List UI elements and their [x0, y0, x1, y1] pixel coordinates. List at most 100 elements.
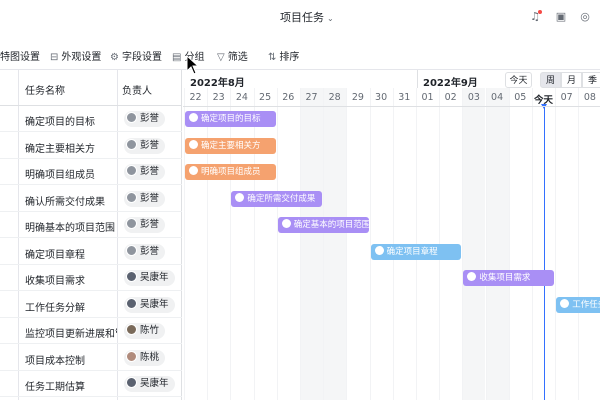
day-gridline [323, 88, 325, 400]
task-name-cell[interactable]: 工作任务分解 [25, 299, 117, 314]
gantt-settings-button[interactable]: 特图设置 [0, 48, 40, 63]
owner-chip[interactable]: 吴康年 [124, 376, 175, 392]
day-gridline [300, 88, 301, 400]
day-gridline [253, 88, 255, 400]
avatar [126, 138, 137, 150]
table-row[interactable]: 工作任务分解 吴康年 [0, 292, 182, 318]
bell-icon[interactable]: ♫ [528, 10, 542, 24]
day-label: 30 [375, 92, 388, 103]
table-row[interactable]: 确认所需交付成果 彭誉 [0, 186, 182, 212]
avatar [281, 219, 291, 228]
day-label: 08 [583, 92, 596, 103]
day-label: 22 [189, 92, 202, 103]
table-row[interactable]: 任务工期估算 吴康年 [0, 371, 182, 397]
task-name-cell[interactable]: 确定主要相关方 [25, 140, 117, 155]
avatar [467, 272, 477, 281]
day-gridline [230, 88, 232, 400]
table-row[interactable]: 确定项目的目标 彭誉 [0, 106, 182, 132]
day-label: 今天 [533, 95, 553, 106]
view-month-button[interactable]: 月 [561, 72, 582, 88]
owner-chip[interactable]: 陈竹 [124, 323, 166, 339]
task-name-cell[interactable]: 确定项目章程 [25, 246, 117, 261]
owner-chip[interactable]: 彭誉 [124, 111, 166, 127]
owner-chip[interactable]: 吴康年 [124, 270, 175, 286]
gantt-task-bar[interactable]: 确定项目的目标 [185, 111, 276, 127]
field-settings-icon: ⚙ [110, 52, 119, 63]
gantt-task-bar[interactable]: 确定所需交付成果 [231, 190, 323, 207]
view-toolbar: 特图设置 ⊟ 外观设置 ⚙ 字段设置 ▤ 分组 ▽ 筛选 ⇅ 排序 [0, 36, 600, 70]
table-row[interactable]: 明确基本的项目范围 彭誉 [0, 212, 182, 238]
owner-name: 吴康年 [140, 378, 169, 389]
avatar [126, 377, 137, 388]
gantt-timeline: 2022年8月 2022年9月 22 23 24 25 26 27 28 29 30 31 01 02… [183, 70, 600, 400]
owner-chip[interactable]: 彭誉 [124, 137, 166, 154]
gantt-bar-label: 明确项目组成员 [201, 167, 261, 177]
day-gridline [346, 88, 348, 400]
column-header-name[interactable]: 任务名称 [25, 82, 65, 97]
owner-chip[interactable]: 陈桃 [124, 349, 166, 366]
field-settings-label: 字段设置 [121, 52, 162, 63]
day-gridline [532, 88, 533, 400]
task-name-cell[interactable]: 监控项目更新进展和管 [25, 325, 117, 340]
gantt-task-bar[interactable]: 确定项目章程 [370, 243, 462, 260]
task-name-cell[interactable]: 明确基本的项目范围 [25, 219, 117, 234]
owner-chip[interactable]: 彭誉 [124, 217, 166, 233]
appearance-settings-button[interactable]: ⊟ 外观设置 [50, 48, 101, 63]
gantt-task-bar[interactable]: 收集项目需求 [463, 270, 555, 286]
sort-button[interactable]: ⇅ 排序 [268, 48, 299, 63]
owner-chip[interactable]: 吴康年 [124, 296, 175, 313]
box-icon[interactable]: ▣ [554, 10, 568, 24]
weekend-column [485, 88, 509, 400]
gantt-bar-label: 工作任务 [572, 299, 600, 310]
weekend-column [462, 88, 486, 400]
gantt-bar-label: 确定项目的目标 [201, 114, 261, 124]
owner-chip[interactable]: 彭誉 [124, 243, 166, 260]
appearance-icon: ⊟ [50, 52, 59, 63]
filter-button[interactable]: ▽ 筛选 [217, 48, 248, 63]
day-header-divider [183, 106, 600, 107]
owner-chip[interactable]: 彭誉 [124, 190, 166, 207]
day-gridline [369, 88, 371, 400]
task-name-cell[interactable]: 明确项目组成员 [25, 166, 117, 181]
table-row[interactable]: 收集项目需求 吴康年 [0, 265, 182, 291]
gantt-task-bar[interactable]: 确定主要相关方 [185, 137, 276, 154]
view-quarter-button[interactable]: 季 [582, 72, 600, 88]
filter-icon: ▽ [217, 52, 225, 63]
gantt-bar-label: 收集项目需求 [479, 273, 531, 283]
table-row[interactable]: 确定项目章程 彭誉 [0, 239, 182, 265]
table-row[interactable]: 项目成本控制 陈桃 [0, 345, 182, 371]
task-name-cell[interactable]: 项目成本控制 [25, 352, 117, 367]
table-row[interactable]: 明确项目组成员 彭誉 [0, 159, 182, 185]
task-name-cell[interactable]: 确认所需交付成果 [25, 193, 117, 208]
view-week-button[interactable]: 周 [540, 72, 561, 88]
owner-chip[interactable]: 彭誉 [124, 164, 166, 180]
avatar [189, 139, 198, 149]
avatar [126, 244, 137, 256]
owner-name: 彭誉 [140, 219, 160, 230]
task-name-cell[interactable]: 确定项目的目标 [25, 113, 117, 128]
avatar [374, 245, 384, 255]
day-label: 03 [467, 92, 480, 103]
gantt-task-bar[interactable]: 工作任务 [556, 296, 600, 313]
owner-name: 陈桃 [140, 351, 160, 363]
page-title[interactable]: 项目任务 ⌄ [280, 9, 334, 25]
today-button[interactable]: 今天 [505, 72, 532, 88]
day-label: 31 [398, 92, 411, 103]
day-label: 01 [421, 92, 434, 103]
avatar [189, 166, 198, 175]
table-row[interactable]: 监控项目更新进展和管 陈竹 [0, 318, 182, 344]
day-gridline [276, 88, 278, 400]
task-name-cell[interactable]: 收集项目需求 [25, 272, 117, 287]
column-header-owner[interactable]: 负责人 [122, 82, 152, 97]
month-divider [417, 70, 418, 88]
weekend-column [323, 88, 347, 400]
table-row[interactable]: 确定主要相关方 彭誉 [0, 133, 182, 159]
owner-name: 彭誉 [140, 166, 160, 177]
gantt-task-bar[interactable]: 明确项目组成员 [185, 164, 276, 180]
field-settings-button[interactable]: ⚙ 字段设置 [110, 48, 162, 63]
gantt-task-bar[interactable]: 确定基本的项目范围 [277, 217, 369, 233]
compass-icon[interactable]: ◎ [578, 10, 592, 24]
task-name-cell[interactable]: 任务工期估算 [25, 378, 117, 393]
day-label: 27 [305, 92, 318, 103]
owner-name: 彭誉 [140, 245, 160, 257]
